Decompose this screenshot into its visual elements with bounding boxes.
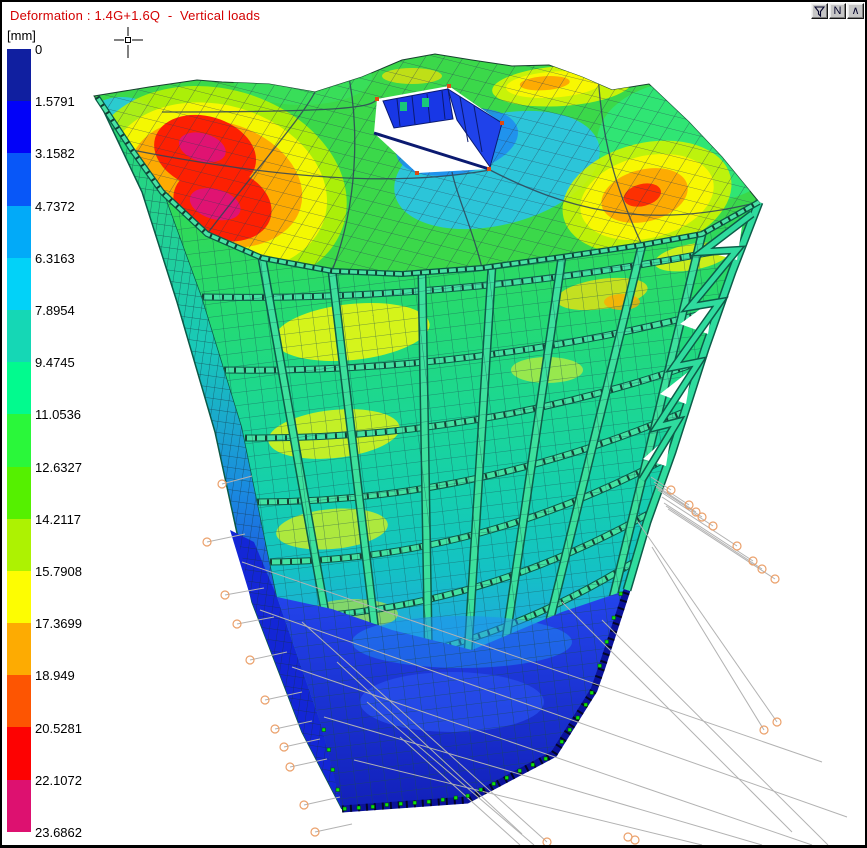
legend-band — [7, 362, 31, 414]
axo-view-button[interactable]: ∧ — [847, 3, 864, 19]
legend-tick-label: 17.3699 — [35, 616, 82, 631]
legend-band — [7, 153, 31, 205]
legend-band — [7, 467, 31, 519]
legend-band — [7, 675, 31, 727]
legend-tick-label: 7.8954 — [35, 303, 75, 318]
legend-tick-label: 18.949 — [35, 668, 75, 683]
view-toolbar: N ∧ — [811, 3, 864, 19]
legend-band — [7, 414, 31, 466]
legend-band — [7, 623, 31, 675]
legend-band — [7, 206, 31, 258]
legend-tick-label: 22.1072 — [35, 773, 82, 788]
viewport-canvas[interactable]: Deformation : 1.4G+1.6Q - Vertical loads… — [0, 0, 867, 848]
filter-button[interactable] — [811, 3, 828, 19]
legend-tick-label: 6.3163 — [35, 251, 75, 266]
legend-tick-label: 4.7372 — [35, 199, 75, 214]
legend-tick-label: 3.1582 — [35, 146, 75, 161]
legend-tick-label: 0 — [35, 42, 42, 57]
n-view-button[interactable]: N — [829, 3, 846, 19]
unit-label: [mm] — [7, 28, 36, 43]
legend-tick-label: 14.2117 — [35, 512, 81, 527]
crosshair-cursor — [114, 27, 143, 58]
legend-band — [7, 101, 31, 153]
legend-tick-label: 12.6327 — [35, 460, 82, 475]
model-3d-view[interactable] — [2, 2, 865, 845]
legend-band — [7, 49, 31, 101]
legend-tick-label: 15.7908 — [35, 564, 82, 579]
legend-labels: 01.57913.15824.73726.31637.89549.474511.… — [35, 49, 105, 835]
legend-band — [7, 519, 31, 571]
legend-band — [7, 571, 31, 623]
legend-colorbar — [7, 49, 31, 832]
legend-tick-label: 9.4745 — [35, 355, 75, 370]
legend-tick-label: 11.0536 — [35, 407, 81, 422]
legend-band — [7, 780, 31, 832]
legend-band — [7, 258, 31, 310]
filter-icon — [814, 6, 825, 17]
legend-band — [7, 727, 31, 779]
result-title: Deformation : 1.4G+1.6Q - Vertical loads — [10, 8, 260, 23]
legend-tick-label: 20.5281 — [35, 721, 82, 736]
n-view-icon: N — [834, 6, 842, 17]
legend-tick-label: 1.5791 — [35, 94, 75, 109]
legend-band — [7, 310, 31, 362]
axo-view-icon: ∧ — [851, 6, 859, 17]
legend-tick-label: 23.6862 — [35, 825, 82, 840]
